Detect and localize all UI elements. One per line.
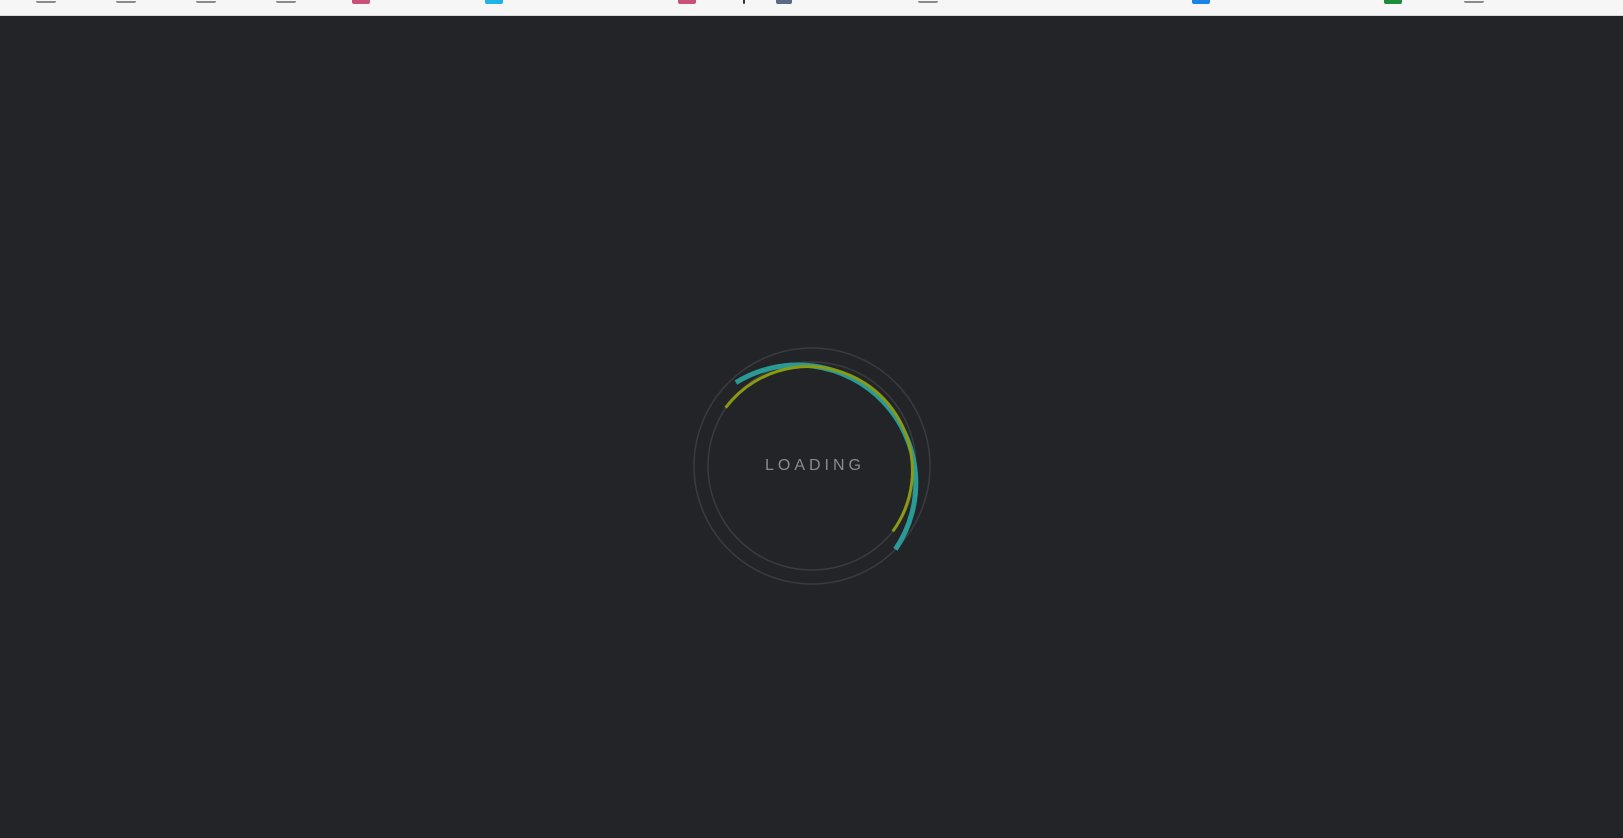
bookmark-folder-icon[interactable] [116,1,136,3]
bookmark-folder-icon[interactable] [1464,1,1484,3]
bookmark-separator-icon [743,0,745,4]
bookmark-favicon-icon[interactable] [776,0,792,4]
bookmark-folder-icon[interactable] [276,1,296,3]
loading-label: LOADING [764,457,865,474]
bookmark-folder-icon[interactable] [196,1,216,3]
bookmark-favicon-icon[interactable] [485,0,503,4]
bookmark-favicon-icon[interactable] [678,0,696,4]
bookmarks-bar [0,0,1623,16]
bookmark-favicon-icon[interactable] [1384,0,1402,4]
bookmark-folder-icon[interactable] [36,1,56,3]
bookmark-favicon-icon[interactable] [1192,0,1210,4]
bookmark-favicon-icon[interactable] [352,0,370,4]
bookmark-folder-icon[interactable] [918,1,938,3]
loading-spinner: LOADING [692,346,932,586]
